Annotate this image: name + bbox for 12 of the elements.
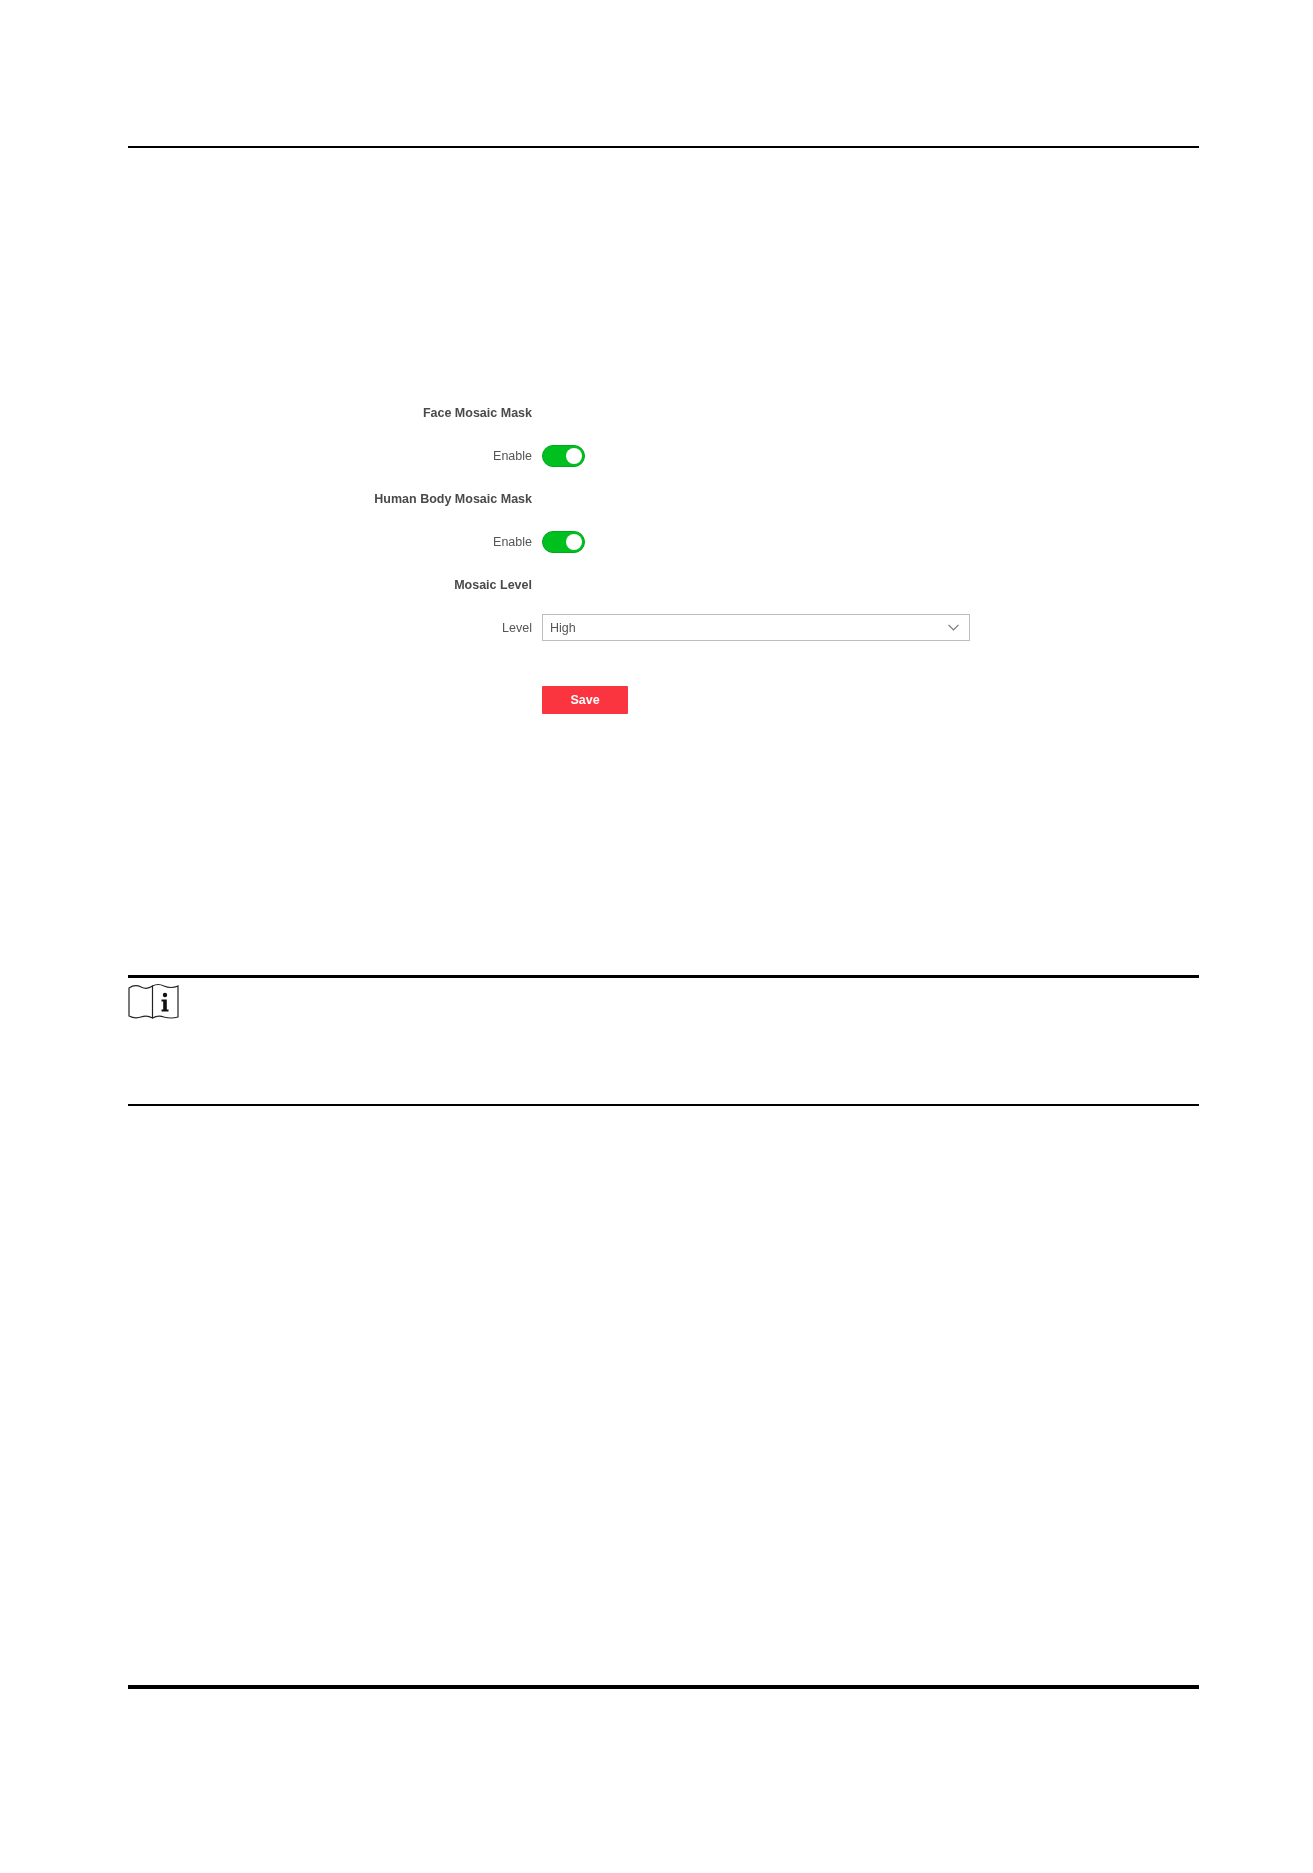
toggle-switch[interactable] bbox=[542, 444, 585, 467]
section-heading: Face Mosaic Mask bbox=[422, 405, 532, 420]
toggle-switch[interactable] bbox=[542, 530, 585, 553]
field-label: Level bbox=[502, 620, 532, 635]
section-heading: Human Body Mosaic Mask bbox=[374, 491, 532, 506]
save-button[interactable]: Save bbox=[542, 686, 628, 714]
field-label: Enable bbox=[493, 448, 532, 463]
level-dropdown[interactable]: High bbox=[542, 614, 970, 641]
chevron-down-icon bbox=[948, 624, 959, 631]
info-book-icon bbox=[128, 983, 179, 1020]
field-label: Enable bbox=[493, 534, 532, 549]
section-heading: Mosaic Level bbox=[454, 577, 532, 592]
